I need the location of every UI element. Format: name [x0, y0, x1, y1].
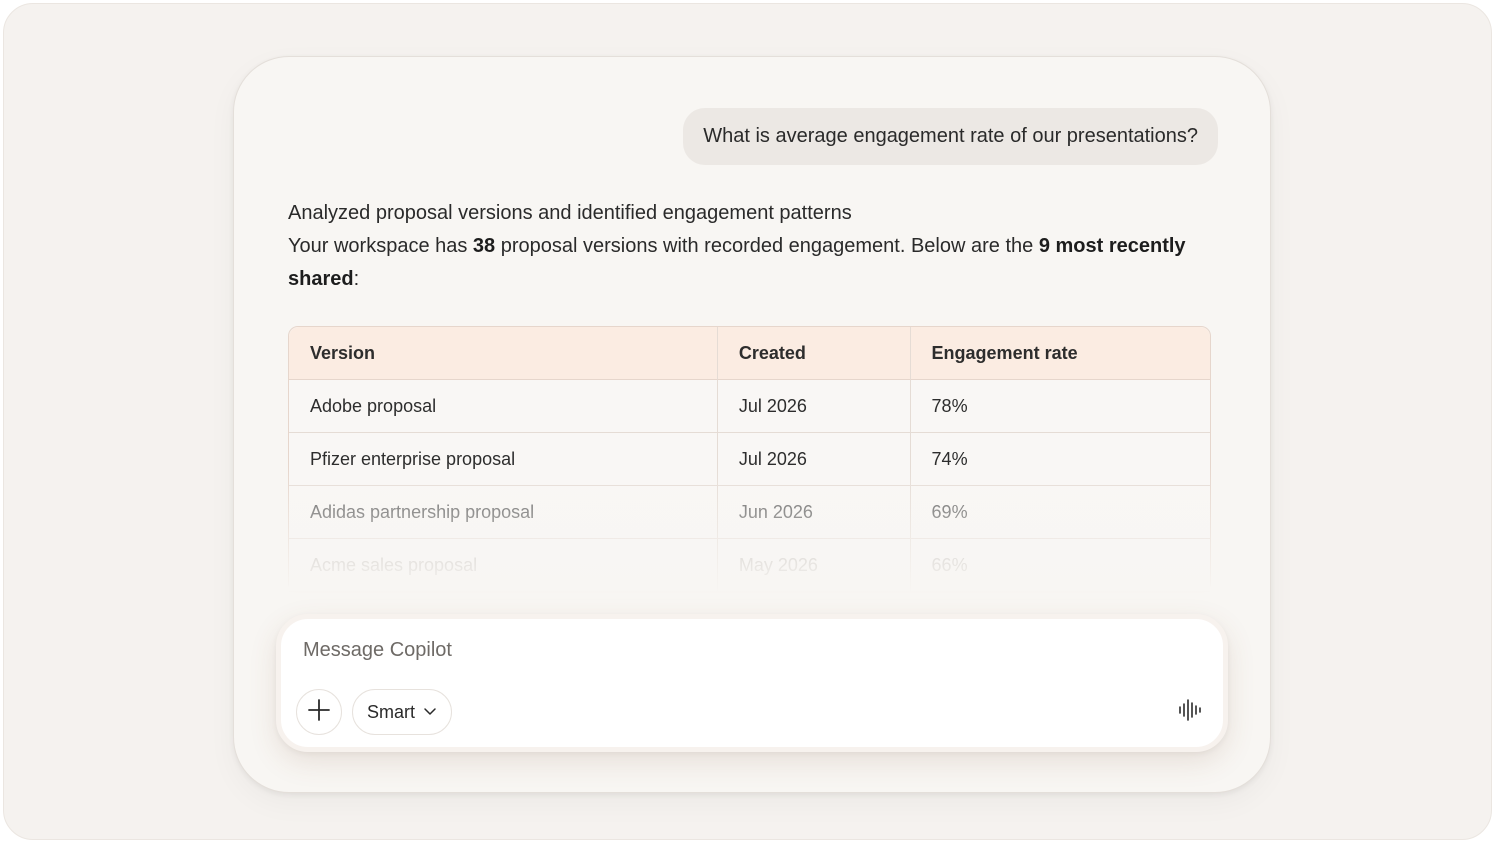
cell-created: May 2026 — [717, 539, 911, 592]
user-message-bubble: What is average engagement rate of our p… — [683, 108, 1218, 165]
voice-waveform-icon — [1177, 697, 1203, 728]
add-attachment-button[interactable] — [296, 689, 342, 735]
engagement-table: Version Created Engagement rate Adobe pr… — [288, 326, 1211, 593]
mode-selector-button[interactable]: Smart — [352, 689, 453, 735]
cell-engagement-rate: 78% — [910, 380, 1210, 433]
cell-engagement-rate: 66% — [910, 539, 1210, 592]
answer-version-count: 38 — [472, 235, 496, 257]
cell-created: Jun 2026 — [717, 486, 911, 539]
cell-version: Adobe proposal — [289, 380, 718, 433]
cell-created: Jul 2026 — [717, 433, 911, 486]
table-row: Adidas partnership proposal Jun 2026 69% — [289, 486, 1210, 539]
chat-panel: What is average engagement rate of our p… — [233, 56, 1271, 793]
app-background: What is average engagement rate of our p… — [3, 3, 1492, 840]
mode-label: Smart — [367, 701, 416, 722]
answer-detail-suffix: : — [353, 268, 360, 290]
cell-version: Pfizer enterprise proposal — [289, 433, 718, 486]
engagement-table-container: Version Created Engagement rate Adobe pr… — [288, 326, 1212, 596]
cell-version: Adidas partnership proposal — [289, 486, 718, 539]
user-message-text: What is average engagement rate of our p… — [703, 125, 1198, 147]
table-row: Pfizer enterprise proposal Jul 2026 74% — [289, 433, 1210, 486]
answer-detail: Your workspace has 38 proposal versions … — [288, 230, 1188, 296]
chevron-down-icon — [423, 702, 437, 723]
cell-engagement-rate: 74% — [910, 433, 1210, 486]
column-header-version: Version — [289, 327, 718, 380]
answer-detail-middle: proposal versions with recorded engageme… — [495, 235, 1039, 257]
table-row: Adobe proposal Jul 2026 78% — [289, 380, 1210, 433]
voice-input-button[interactable] — [1177, 697, 1203, 728]
message-input[interactable] — [303, 639, 1103, 662]
cell-version: Acme sales proposal — [289, 539, 718, 592]
answer-detail-prefix: Your workspace has — [288, 235, 473, 257]
table-row: Acme sales proposal May 2026 66% — [289, 539, 1210, 592]
answer-summary: Analyzed proposal versions and identifie… — [288, 202, 852, 224]
column-header-created: Created — [717, 327, 911, 380]
plus-icon — [307, 698, 331, 727]
assistant-answer: Analyzed proposal versions and identifie… — [288, 197, 1188, 296]
table-header-row: Version Created Engagement rate — [289, 327, 1210, 380]
column-header-engagement-rate: Engagement rate — [910, 327, 1210, 380]
cell-created: Jul 2026 — [717, 380, 911, 433]
cell-engagement-rate: 69% — [910, 486, 1210, 539]
message-composer: Smart — [276, 614, 1228, 752]
